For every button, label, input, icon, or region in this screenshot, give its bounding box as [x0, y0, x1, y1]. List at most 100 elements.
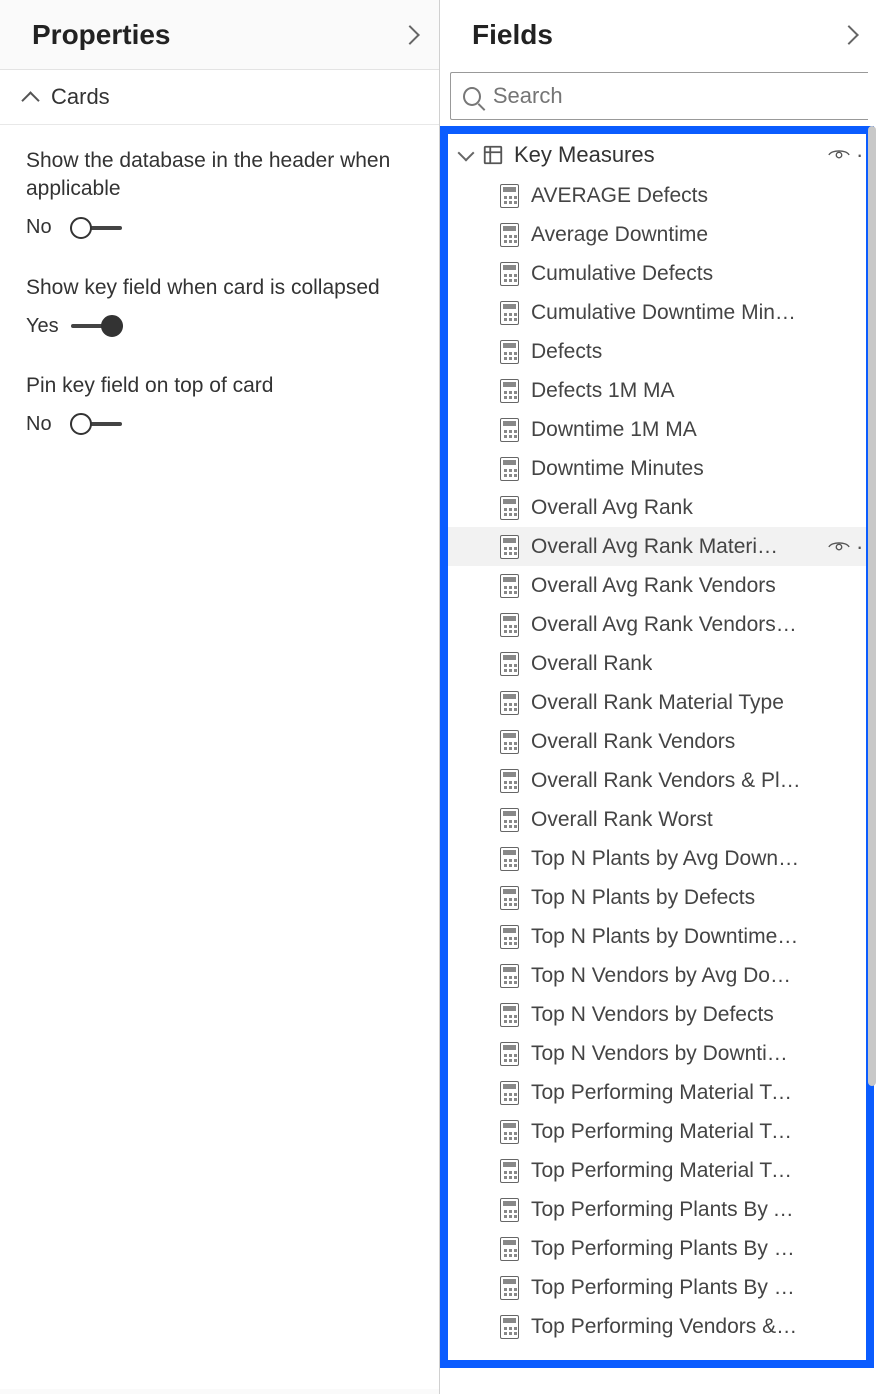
field-item[interactable]: Top Performing Plants By Do... — [448, 1268, 866, 1307]
toggle-value: No — [26, 413, 58, 436]
measure-icon — [500, 691, 519, 715]
field-label: AVERAGE Defects — [531, 184, 708, 208]
search-icon — [463, 87, 481, 106]
field-item[interactable]: Top N Vendors by Defects — [448, 995, 866, 1034]
prop-label: Show the database in the header when app… — [26, 147, 413, 204]
toggle-switch[interactable] — [70, 216, 122, 240]
field-item[interactable]: Overall Avg Rank Vendors Pla... — [448, 605, 866, 644]
properties-header[interactable]: Properties — [0, 0, 439, 70]
field-label: Top Performing Material Type... — [531, 1159, 801, 1183]
field-item[interactable]: Overall Avg Rank Vendors — [448, 566, 866, 605]
prop-label: Pin key field on top of card — [26, 372, 413, 400]
field-item[interactable]: Overall Rank — [448, 644, 866, 683]
measure-icon — [500, 847, 519, 871]
properties-title: Properties — [32, 19, 171, 51]
toggle-value: No — [26, 216, 58, 239]
measure-icon — [500, 1081, 519, 1105]
field-item[interactable]: Top N Vendors by Downtime ... — [448, 1034, 866, 1073]
field-item[interactable]: Top N Plants by Defects — [448, 878, 866, 917]
field-label: Average Downtime — [531, 223, 708, 247]
field-item[interactable]: Cumulative Downtime Minutes — [448, 293, 866, 332]
field-label: Top N Vendors by Avg Downt... — [531, 964, 801, 988]
measure-icon — [500, 808, 519, 832]
field-item[interactable]: Overall Rank Worst — [448, 800, 866, 839]
prop-show-database-header: Show the database in the header when app… — [26, 147, 413, 240]
prop-show-key-field: Show key field when card is collapsed Ye… — [26, 274, 413, 338]
field-item[interactable]: Defects — [448, 332, 866, 371]
field-item[interactable]: Top Performing Plants By Avg... — [448, 1190, 866, 1229]
properties-pane: Properties Cards Show the database in th… — [0, 0, 440, 1394]
field-item[interactable]: Overall Avg Rank Material Type··· — [448, 527, 866, 566]
measure-icon — [500, 613, 519, 637]
measure-icon — [500, 496, 519, 520]
field-item[interactable]: Top Performing Vendors & Pl... — [448, 1307, 866, 1346]
field-label: Downtime Minutes — [531, 457, 704, 481]
prop-pin-key-field: Pin key field on top of card No — [26, 372, 413, 436]
field-label: Defects 1M MA — [531, 379, 675, 403]
measure-icon — [500, 1315, 519, 1339]
field-item[interactable]: Top Performing Material Type... — [448, 1151, 866, 1190]
cards-section-header[interactable]: Cards — [0, 70, 439, 125]
scrollbar[interactable] — [866, 126, 876, 1354]
field-item[interactable]: Top Performing Plants By Def... — [448, 1229, 866, 1268]
search-box[interactable] — [450, 72, 868, 120]
field-item[interactable]: Top Performing Material Type... — [448, 1112, 866, 1151]
toggle-switch[interactable] — [71, 314, 123, 338]
field-label: Top Performing Plants By Def... — [531, 1237, 801, 1261]
measure-icon — [500, 262, 519, 286]
field-list: AVERAGE Defects Average Downtime Cumulativ… — [448, 176, 866, 1346]
field-item[interactable]: Top N Vendors by Avg Downt... — [448, 956, 866, 995]
field-label: Top Performing Material Type... — [531, 1081, 801, 1105]
field-item[interactable]: Downtime Minutes — [448, 449, 866, 488]
measure-icon — [500, 574, 519, 598]
measure-icon — [500, 1120, 519, 1144]
measure-icon — [500, 1159, 519, 1183]
field-label: Overall Rank Vendors & Plants — [531, 769, 801, 793]
visibility-icon[interactable] — [828, 540, 850, 554]
fields-pane: Fields Key Measures — [440, 0, 878, 1394]
measure-icon — [500, 1042, 519, 1066]
measure-icon — [500, 223, 519, 247]
fields-highlight-box: Key Measures ··· AVERAGE Defects Average … — [440, 126, 874, 1368]
field-label: Top N Plants by Avg Downtim... — [531, 847, 801, 871]
field-label: Overall Rank — [531, 652, 652, 676]
scrollbar-thumb[interactable] — [868, 126, 876, 1086]
field-label: Top Performing Material Type... — [531, 1120, 801, 1144]
more-options-icon[interactable]: ··· — [856, 534, 862, 560]
field-label: Top N Vendors by Defects — [531, 1003, 774, 1027]
field-item[interactable]: Overall Rank Vendors & Plants — [448, 761, 866, 800]
field-item[interactable]: Average Downtime — [448, 215, 866, 254]
visibility-icon[interactable] — [828, 148, 850, 162]
measure-icon — [500, 184, 519, 208]
measure-icon — [500, 964, 519, 988]
field-label: Cumulative Defects — [531, 262, 713, 286]
field-label: Cumulative Downtime Minutes — [531, 301, 801, 325]
field-item[interactable]: Cumulative Defects — [448, 254, 866, 293]
collapse-fields-icon[interactable] — [839, 25, 859, 45]
field-label: Overall Avg Rank Vendors — [531, 574, 776, 598]
fields-header[interactable]: Fields — [440, 0, 878, 70]
field-item[interactable]: AVERAGE Defects — [448, 176, 866, 215]
field-label: Defects — [531, 340, 602, 364]
field-item[interactable]: Overall Avg Rank — [448, 488, 866, 527]
measure-icon — [500, 886, 519, 910]
field-item[interactable]: Overall Rank Material Type — [448, 683, 866, 722]
field-item[interactable]: Top N Plants by Avg Downtim... — [448, 839, 866, 878]
collapse-properties-icon[interactable] — [400, 25, 420, 45]
section-title: Cards — [51, 84, 110, 110]
more-options-icon[interactable]: ··· — [856, 142, 862, 168]
field-item[interactable]: Downtime 1M MA — [448, 410, 866, 449]
field-label: Overall Rank Worst — [531, 808, 713, 832]
search-input[interactable] — [493, 83, 856, 109]
field-item[interactable]: Top N Plants by Downtime Mi... — [448, 917, 866, 956]
toggle-value: Yes — [26, 315, 59, 338]
field-item[interactable]: Overall Rank Vendors — [448, 722, 866, 761]
field-label: Downtime 1M MA — [531, 418, 697, 442]
field-item[interactable]: Top Performing Material Type... — [448, 1073, 866, 1112]
toggle-switch[interactable] — [70, 412, 122, 436]
field-label: Overall Rank Material Type — [531, 691, 784, 715]
table-key-measures[interactable]: Key Measures ··· — [448, 134, 866, 176]
measure-icon — [500, 457, 519, 481]
field-item[interactable]: Defects 1M MA — [448, 371, 866, 410]
measure-icon — [500, 1198, 519, 1222]
